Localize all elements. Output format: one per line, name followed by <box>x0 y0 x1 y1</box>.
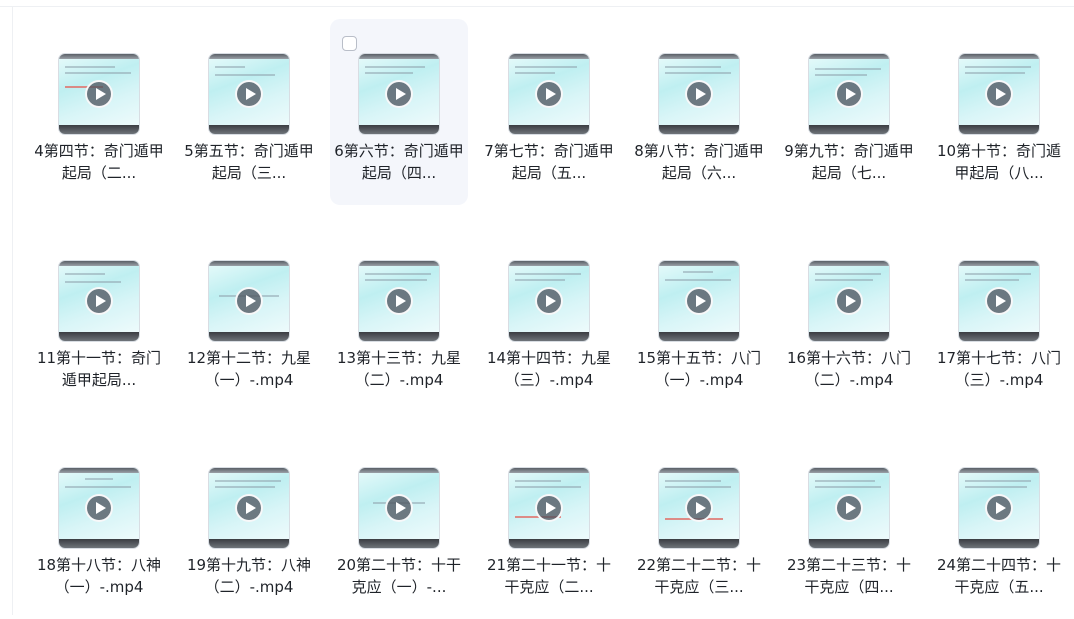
video-thumbnail <box>809 54 889 134</box>
video-play-icon <box>985 287 1013 315</box>
video-play-icon <box>835 287 863 315</box>
video-play-icon <box>85 287 113 315</box>
file-card[interactable]: 15第十五节：八门（一）-.mp4 <box>630 226 768 412</box>
file-card[interactable]: 8第八节：奇门遁甲起局（六... <box>630 19 768 205</box>
video-thumbnail <box>659 54 739 134</box>
video-play-icon <box>385 287 413 315</box>
file-card[interactable]: 20第二十节：十干克应（一）-... <box>330 433 468 619</box>
file-card[interactable]: 24第二十四节：十干克应（五... <box>930 433 1068 619</box>
video-thumbnail <box>59 261 139 341</box>
video-play-icon <box>535 80 563 108</box>
file-name: 18第十八节：八神（一）-.mp4 <box>36 556 162 596</box>
video-thumbnail <box>659 468 739 548</box>
file-card[interactable]: 19第十九节：八神（二）-.mp4 <box>180 433 318 619</box>
file-name: 10第十节：奇门遁甲起局（八... <box>936 142 1062 182</box>
video-play-icon <box>235 80 263 108</box>
file-card[interactable]: 9第九节：奇门遁甲起局（七... <box>780 19 918 205</box>
video-thumbnail <box>209 468 289 548</box>
file-card[interactable]: 18第十八节：八神（一）-.mp4 <box>30 433 168 619</box>
video-thumbnail <box>209 54 289 134</box>
file-name: 7第七节：奇门遁甲起局（五... <box>484 142 614 182</box>
file-name: 20第二十节：十干克应（一）-... <box>336 556 462 596</box>
file-name: 5第五节：奇门遁甲起局（三... <box>184 142 314 182</box>
video-thumbnail <box>959 261 1039 341</box>
file-name: 12第十二节：九星（一）-.mp4 <box>186 349 312 389</box>
video-thumbnail <box>809 468 889 548</box>
video-thumbnail <box>959 54 1039 134</box>
file-name: 13第十三节：九星（二）-.mp4 <box>336 349 462 389</box>
video-play-icon <box>535 287 563 315</box>
file-card[interactable]: 23第二十三节：十干克应（四... <box>780 433 918 619</box>
file-name: 17第十七节：八门（三）-.mp4 <box>936 349 1062 389</box>
file-card[interactable]: 17第十七节：八门（三）-.mp4 <box>930 226 1068 412</box>
file-card[interactable]: 4第四节：奇门遁甲起局（二... <box>30 19 168 205</box>
video-thumbnail <box>59 54 139 134</box>
video-play-icon <box>985 80 1013 108</box>
video-play-icon <box>385 494 413 522</box>
file-name: 19第十九节：八神（二）-.mp4 <box>186 556 312 596</box>
file-name: 21第二十一节：十干克应（二... <box>486 556 612 596</box>
video-play-icon <box>685 287 713 315</box>
video-thumbnail <box>359 54 439 134</box>
file-name: 16第十六节：八门（二）-.mp4 <box>786 349 912 389</box>
file-name: 15第十五节：八门（一）-.mp4 <box>636 349 762 389</box>
video-thumbnail <box>209 261 289 341</box>
file-card[interactable]: 11第十一节：奇门遁甲起局... <box>30 226 168 412</box>
file-card[interactable]: 12第十二节：九星（一）-.mp4 <box>180 226 318 412</box>
video-thumbnail <box>659 261 739 341</box>
video-play-icon <box>85 80 113 108</box>
file-grid: 4第四节：奇门遁甲起局（二... 5第五节：奇门遁甲起局（三... 6第六节：奇… <box>0 0 1074 615</box>
video-play-icon <box>235 494 263 522</box>
file-card[interactable]: 21第二十一节：十干克应（二... <box>480 433 618 619</box>
video-thumbnail <box>509 54 589 134</box>
file-card[interactable]: 22第二十二节：十干克应（三... <box>630 433 768 619</box>
file-card[interactable]: 16第十六节：八门（二）-.mp4 <box>780 226 918 412</box>
file-card[interactable]: 14第十四节：九星（三）-.mp4 <box>480 226 618 412</box>
file-card-selected[interactable]: 6第六节：奇门遁甲起局（四... <box>330 19 468 205</box>
video-thumbnail <box>359 261 439 341</box>
file-name: 23第二十三节：十干克应（四... <box>786 556 912 596</box>
video-play-icon <box>385 80 413 108</box>
video-thumbnail <box>509 468 589 548</box>
file-card[interactable]: 5第五节：奇门遁甲起局（三... <box>180 19 318 205</box>
video-thumbnail <box>809 261 889 341</box>
video-play-icon <box>85 494 113 522</box>
file-name: 8第八节：奇门遁甲起局（六... <box>634 142 764 182</box>
video-thumbnail <box>509 261 589 341</box>
video-play-icon <box>835 80 863 108</box>
video-play-icon <box>985 494 1013 522</box>
video-play-icon <box>235 287 263 315</box>
file-name: 4第四节：奇门遁甲起局（二... <box>34 142 164 182</box>
video-play-icon <box>685 80 713 108</box>
file-card[interactable]: 7第七节：奇门遁甲起局（五... <box>480 19 618 205</box>
video-play-icon <box>685 494 713 522</box>
file-name: 24第二十四节：十干克应（五... <box>936 556 1062 596</box>
video-play-icon <box>535 494 563 522</box>
select-checkbox[interactable] <box>342 36 357 51</box>
file-name: 9第九节：奇门遁甲起局（七... <box>784 142 914 182</box>
file-name: 6第六节：奇门遁甲起局（四... <box>334 142 464 182</box>
video-thumbnail <box>959 468 1039 548</box>
file-name: 14第十四节：九星（三）-.mp4 <box>486 349 612 389</box>
file-name: 11第十一节：奇门遁甲起局... <box>36 349 162 389</box>
video-play-icon <box>835 494 863 522</box>
video-thumbnail <box>59 468 139 548</box>
file-card[interactable]: 10第十节：奇门遁甲起局（八... <box>930 19 1068 205</box>
file-card[interactable]: 13第十三节：九星（二）-.mp4 <box>330 226 468 412</box>
file-name: 22第二十二节：十干克应（三... <box>636 556 762 596</box>
video-thumbnail <box>359 468 439 548</box>
